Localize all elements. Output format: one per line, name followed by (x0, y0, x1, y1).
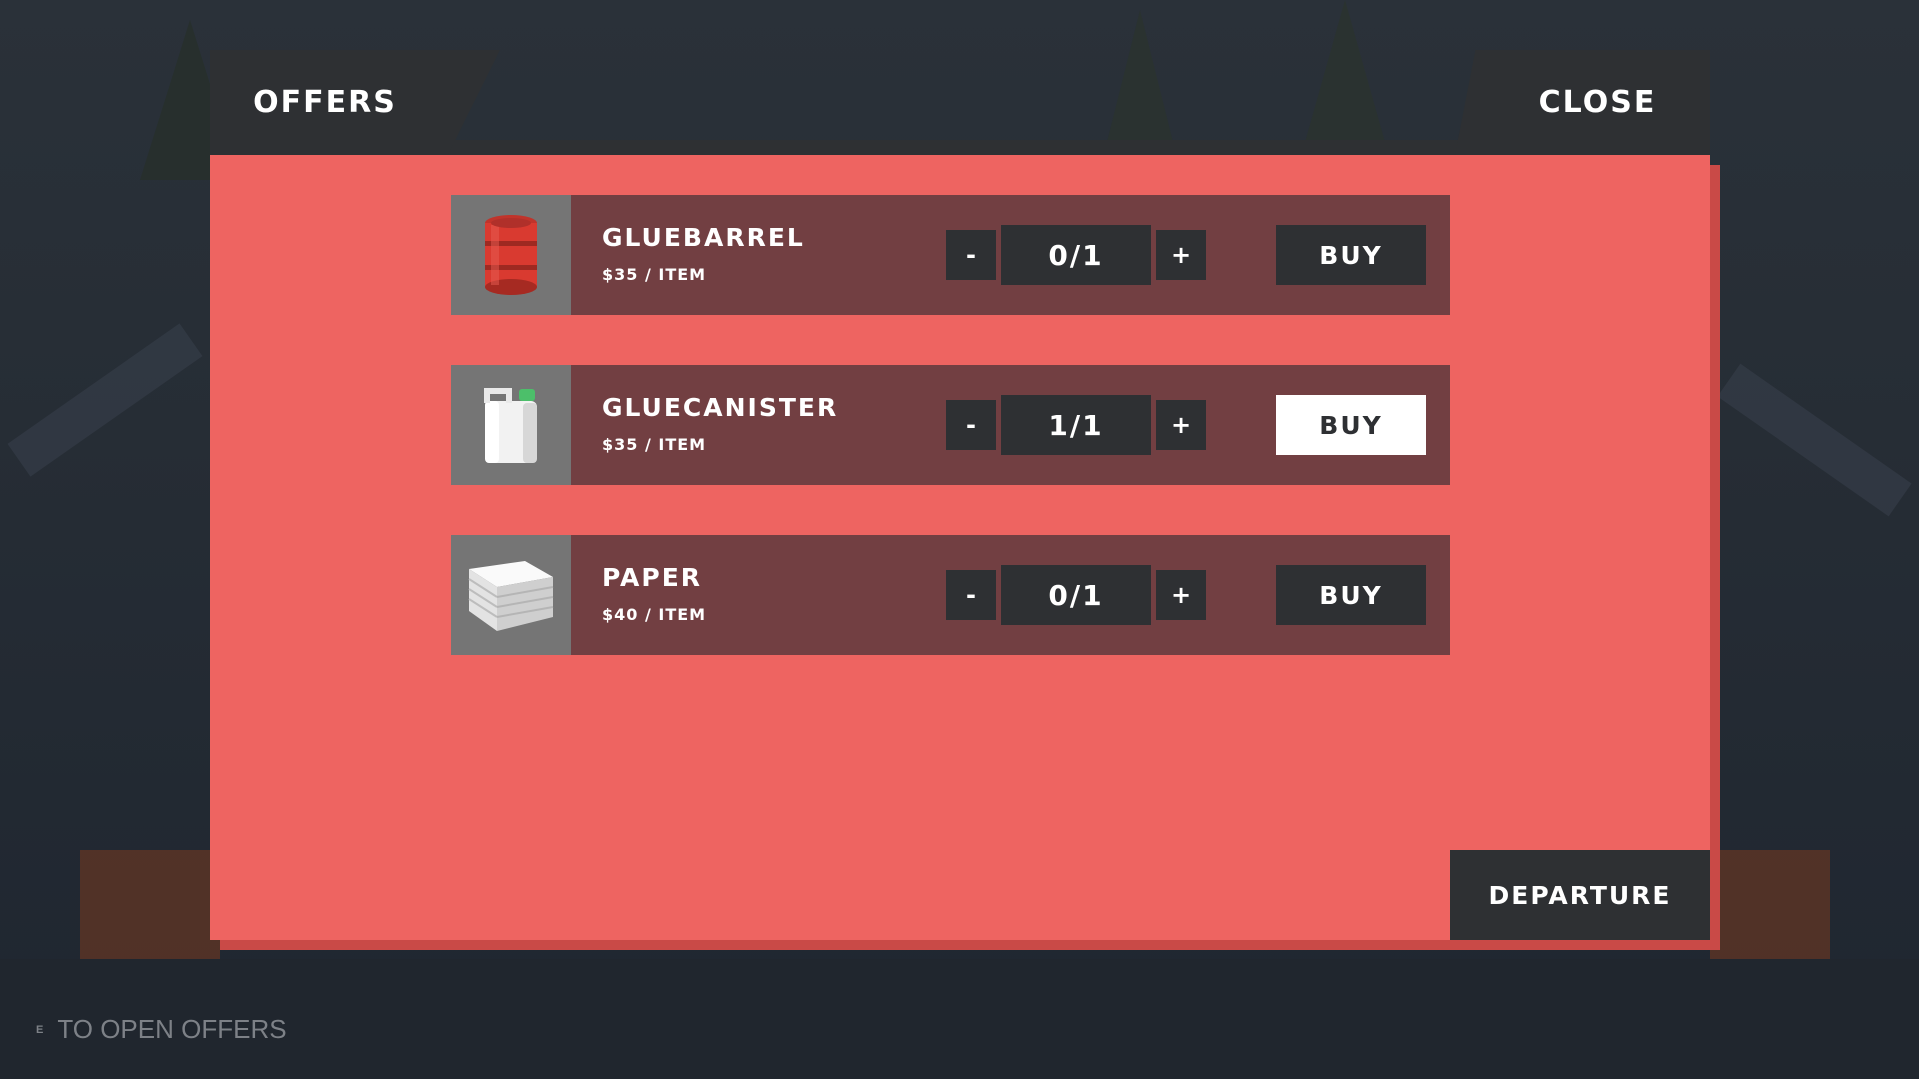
increase-button[interactable]: + (1156, 570, 1206, 620)
frame-beam (1717, 363, 1912, 517)
decrease-button[interactable]: - (946, 400, 996, 450)
quantity-display: 0/1 (1001, 225, 1151, 285)
canister-icon (451, 365, 571, 485)
buy-button[interactable]: BUY (1276, 565, 1426, 625)
offer-row-gluebarrel: GLUEBARREL $35 / ITEM - 0/1 + BUY (451, 195, 1450, 315)
tree-silhouette (1300, 0, 1390, 160)
offers-panel: GLUEBARREL $35 / ITEM - 0/1 + BUY GLUECA… (210, 155, 1710, 940)
buy-button[interactable]: BUY (1276, 225, 1426, 285)
item-name: PAPER (602, 563, 703, 592)
item-name: GLUECANISTER (602, 393, 839, 422)
increase-button[interactable]: + (1156, 230, 1206, 280)
tab-offers-label: OFFERS (253, 85, 397, 120)
hint-text: TO OPEN OFFERS (57, 1014, 287, 1044)
open-offers-hint: E TO OPEN OFFERS (36, 1014, 287, 1045)
item-name: GLUEBARREL (602, 223, 805, 252)
ground-floor (0, 959, 1919, 1079)
paper-stack-icon (451, 535, 571, 655)
increase-button[interactable]: + (1156, 400, 1206, 450)
barrel-icon (451, 195, 571, 315)
close-button-label: CLOSE (1538, 85, 1657, 120)
departure-button[interactable]: DEPARTURE (1450, 850, 1710, 940)
quantity-display: 0/1 (1001, 565, 1151, 625)
decrease-button[interactable]: - (946, 570, 996, 620)
close-button[interactable]: CLOSE (1455, 50, 1710, 155)
decrease-button[interactable]: - (946, 230, 996, 280)
offer-row-paper: PAPER $40 / ITEM - 0/1 + BUY (451, 535, 1450, 655)
ground-marking (80, 850, 220, 970)
hint-key: E (36, 1023, 44, 1036)
item-price: $35 / ITEM (602, 435, 707, 454)
ground-marking (1710, 850, 1830, 970)
buy-button[interactable]: BUY (1276, 395, 1426, 455)
quantity-display: 1/1 (1001, 395, 1151, 455)
item-price: $40 / ITEM (602, 605, 707, 624)
offer-row-gluecanister: GLUECANISTER $35 / ITEM - 1/1 + BUY (451, 365, 1450, 485)
item-price: $35 / ITEM (602, 265, 707, 284)
frame-beam (7, 323, 203, 477)
